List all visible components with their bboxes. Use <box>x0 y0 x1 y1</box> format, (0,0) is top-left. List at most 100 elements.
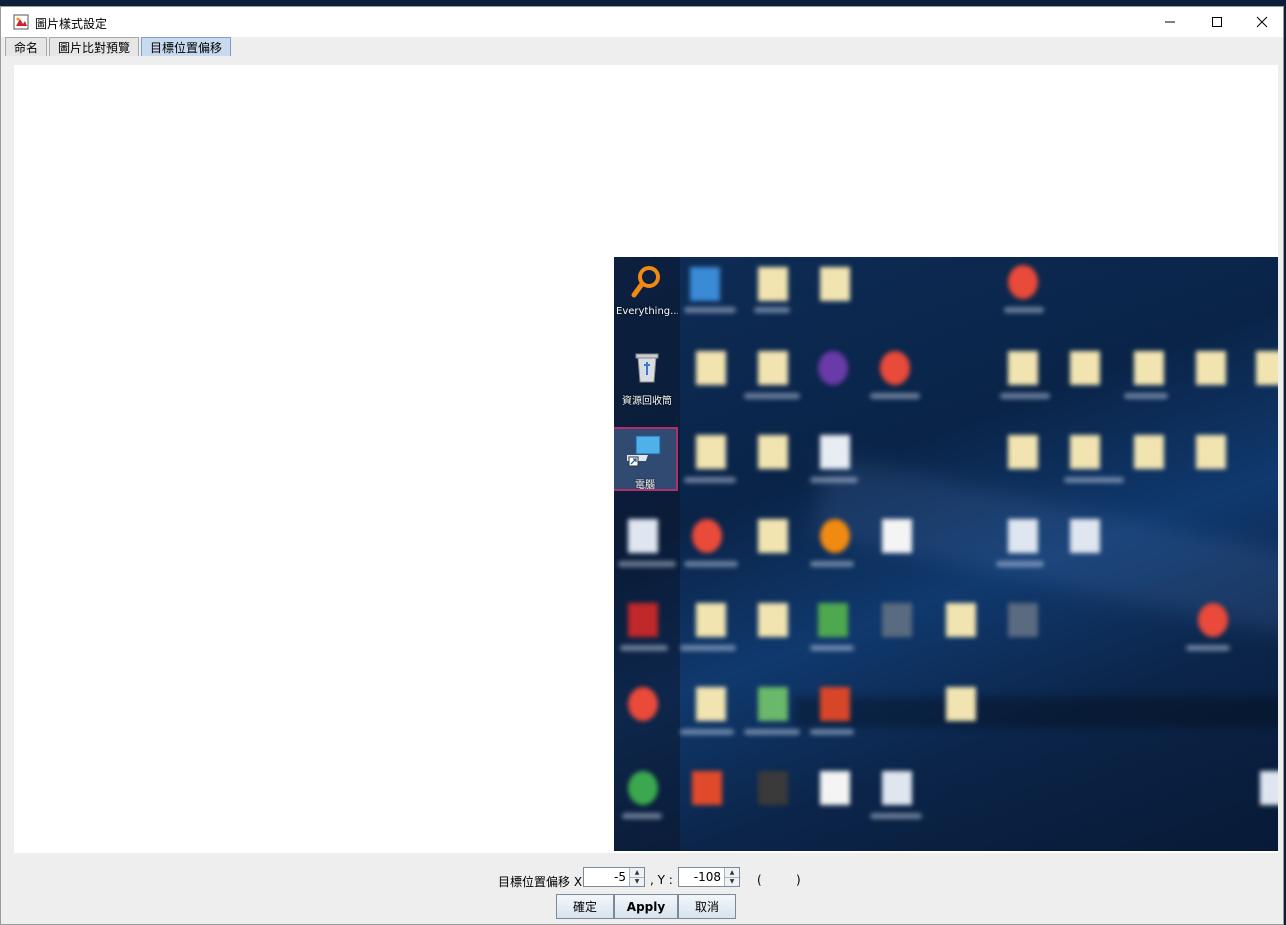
offset-controls: 目標位置偏移 X: ▲ ▼ , Y : ▲ ▼ ( ) <box>1 867 1283 891</box>
minimize-button[interactable] <box>1147 7 1193 37</box>
folder-icon <box>1070 351 1100 385</box>
folder-icon <box>820 267 850 301</box>
chrome-icon <box>1198 603 1228 637</box>
blurred-label <box>810 645 854 651</box>
document-icon <box>882 519 912 553</box>
folder-icon <box>1134 351 1164 385</box>
desktop-icon-column <box>614 257 680 851</box>
folder-icon <box>1196 351 1226 385</box>
recycle-bin-icon <box>635 353 659 383</box>
title-bar: 圖片樣式設定 <box>1 7 1283 37</box>
apply-button[interactable]: Apply <box>614 894 678 919</box>
blurred-label <box>810 729 854 735</box>
folder-icon <box>1008 435 1038 469</box>
blurred-label <box>1064 477 1124 483</box>
offset-preview-panel: Everything... 資源回收筒 電腦 <box>14 65 1278 853</box>
folder-icon <box>696 687 726 721</box>
blurred-label <box>684 307 736 313</box>
blurred-label <box>744 393 800 399</box>
magnifier-icon <box>631 266 660 298</box>
app-icon <box>628 771 658 805</box>
cancel-button[interactable]: 取消 <box>678 894 736 919</box>
close-icon <box>1256 16 1268 28</box>
document-icon <box>1260 771 1278 805</box>
document-icon <box>628 519 658 553</box>
settings-window: 圖片樣式設定 命名 圖片比對預覽 目標位置偏移 Everything... 資源… <box>0 6 1284 925</box>
folder-icon <box>758 519 788 553</box>
document-icon <box>1008 519 1038 553</box>
document-icon <box>882 771 912 805</box>
tab-bar: 命名 圖片比對預覽 目標位置偏移 <box>5 37 233 56</box>
blurred-label <box>996 561 1044 567</box>
app-icon <box>882 603 912 637</box>
increment-icon[interactable]: ▲ <box>630 868 644 877</box>
java-app-icon <box>13 14 29 30</box>
chrome-icon <box>1008 265 1038 299</box>
document-icon <box>820 435 850 469</box>
offset-x-spinner[interactable]: ▲ ▼ <box>583 867 645 887</box>
app-icon <box>758 771 788 805</box>
offset-coordinate-readout: ( ) <box>757 873 801 887</box>
increment-icon[interactable]: ▲ <box>725 868 739 877</box>
tab-image-compare-preview[interactable]: 圖片比對預覽 <box>49 37 140 56</box>
close-button[interactable] <box>1239 7 1285 37</box>
blurred-label <box>810 477 858 483</box>
folder-icon <box>1134 435 1164 469</box>
folder-icon <box>758 435 788 469</box>
app-icon <box>692 771 722 805</box>
tab-target-offset[interactable]: 目標位置偏移 <box>141 37 232 56</box>
icon-label: Everything... <box>616 306 678 317</box>
folder-icon <box>758 351 788 385</box>
offset-x-input[interactable] <box>584 868 629 886</box>
blurred-label <box>870 393 920 399</box>
blurred-label <box>870 813 922 819</box>
document-icon <box>1070 519 1100 553</box>
blurred-label <box>684 477 736 483</box>
app-icon <box>818 351 848 385</box>
window-title: 圖片樣式設定 <box>35 17 108 31</box>
target-image-preview[interactable]: Everything... 資源回收筒 電腦 <box>614 257 1278 851</box>
folder-icon <box>696 435 726 469</box>
offset-y-spin-buttons: ▲ ▼ <box>724 868 739 886</box>
app-icon <box>818 603 848 637</box>
blurred-label <box>684 561 738 567</box>
folder-icon <box>946 603 976 637</box>
computer-icon <box>623 435 661 467</box>
ok-button[interactable]: 確定 <box>556 894 614 919</box>
blurred-label <box>1124 393 1168 399</box>
decrement-icon[interactable]: ▼ <box>725 876 739 886</box>
blurred-label <box>618 561 676 567</box>
chrome-icon <box>692 519 722 553</box>
folder-icon <box>1196 435 1226 469</box>
desktop-icon-everything: Everything... <box>616 263 678 317</box>
blurred-label <box>754 307 790 313</box>
offset-y-input[interactable] <box>679 868 724 886</box>
minimize-icon <box>1165 21 1175 23</box>
app-icon <box>1008 603 1038 637</box>
app-icon <box>758 687 788 721</box>
dialog-buttons: 確定 Apply 取消 <box>556 894 736 919</box>
app-icon <box>820 519 850 553</box>
decrement-icon[interactable]: ▼ <box>630 876 644 886</box>
offset-y-label: , Y : <box>650 873 673 887</box>
blurred-label <box>620 645 668 651</box>
tab-naming[interactable]: 命名 <box>5 37 48 56</box>
offset-y-spinner[interactable]: ▲ ▼ <box>678 867 740 887</box>
offset-x-label: 目標位置偏移 X: <box>498 875 587 889</box>
folder-icon <box>696 351 726 385</box>
blurred-label <box>810 561 854 567</box>
offset-x-spin-buttons: ▲ ▼ <box>629 868 644 886</box>
chrome-icon <box>880 351 910 385</box>
desktop-icon-recycle-bin: 資源回收筒 <box>616 349 678 407</box>
folder-icon <box>758 267 788 301</box>
maximize-button[interactable] <box>1194 7 1240 37</box>
app-icon <box>690 267 720 301</box>
icon-label: 電腦 <box>635 480 655 491</box>
app-icon <box>628 603 658 637</box>
folder-icon <box>946 687 976 721</box>
blurred-label <box>744 729 800 735</box>
blurred-label <box>1004 307 1044 313</box>
maximize-icon <box>1212 17 1222 27</box>
blurred-label <box>680 645 736 651</box>
desktop-icon-computer: 電腦 <box>614 427 678 491</box>
